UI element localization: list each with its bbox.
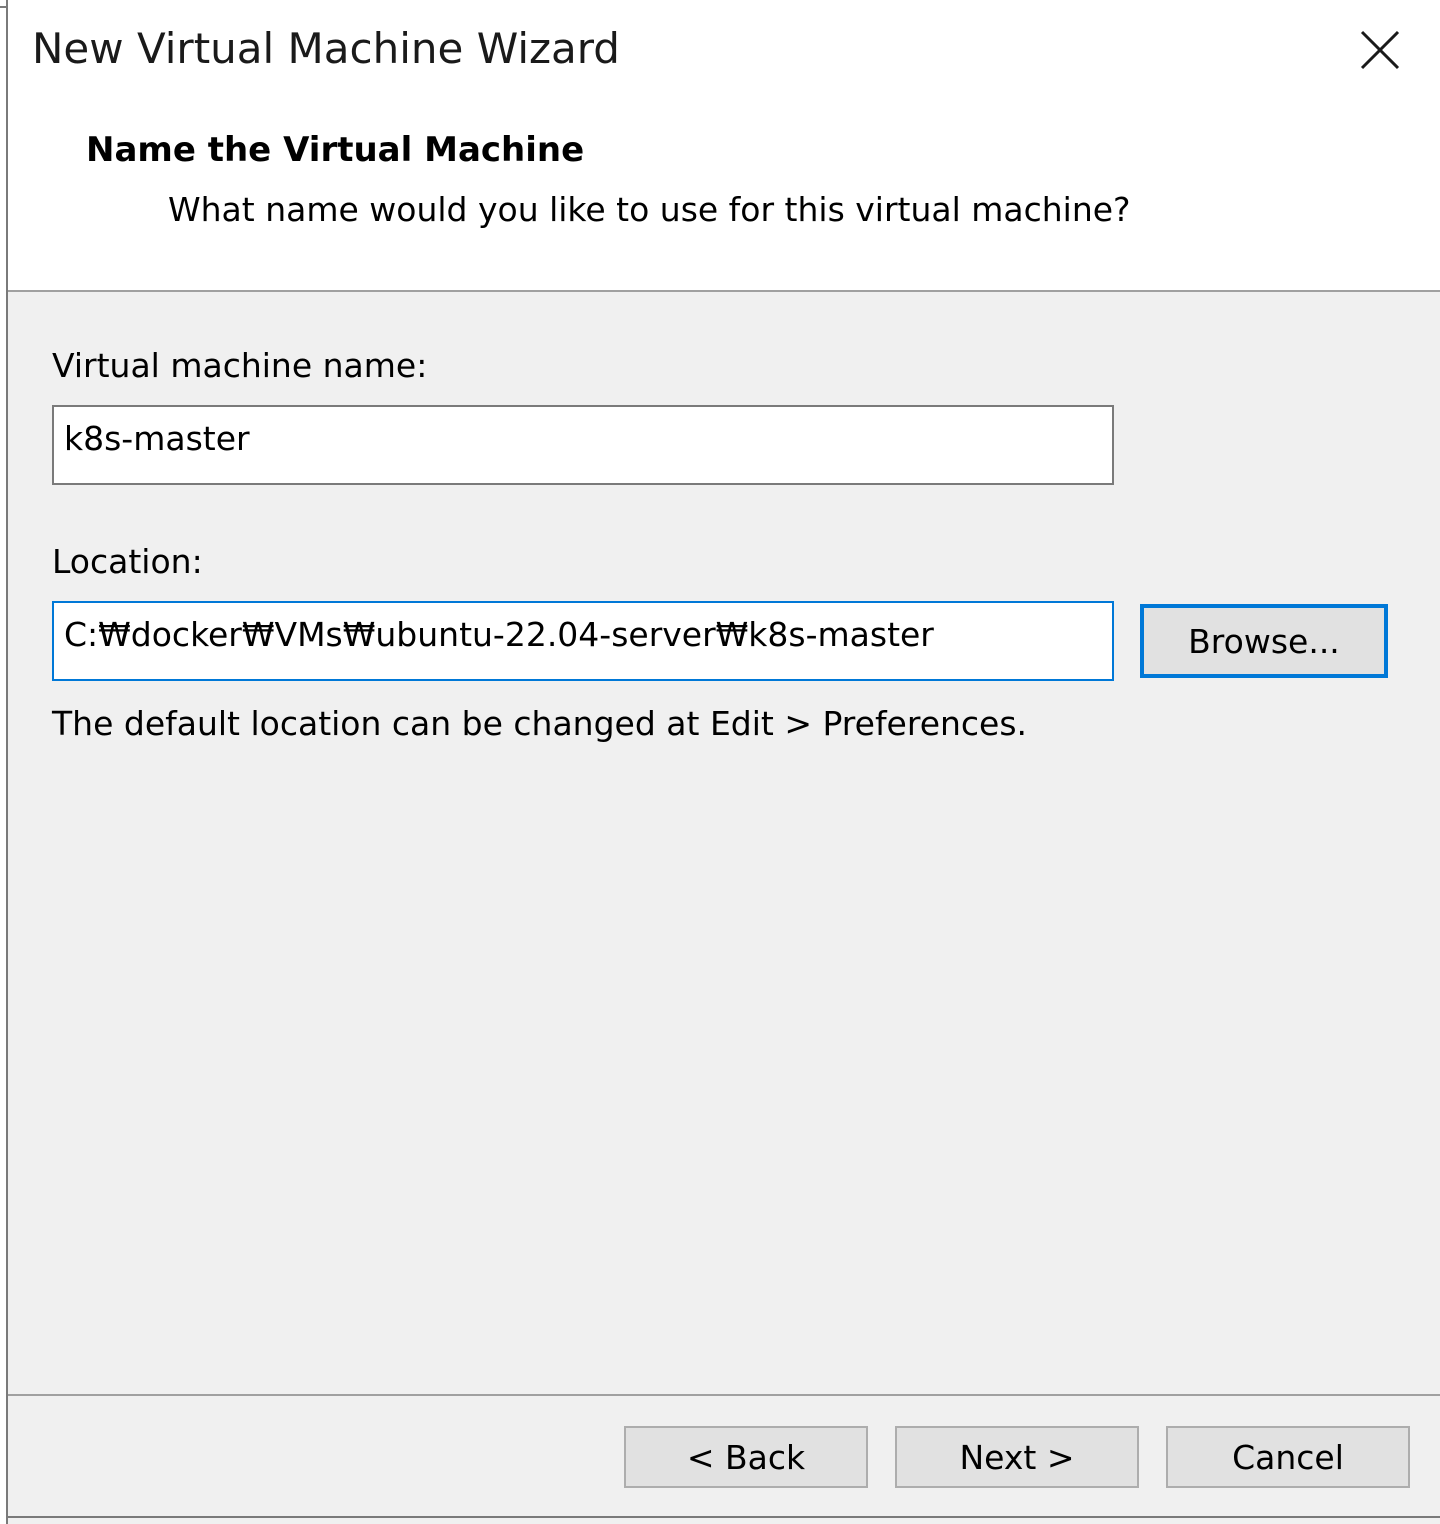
location-hint: The default location can be changed at E… — [52, 704, 1028, 743]
cancel-button[interactable]: Cancel — [1166, 1426, 1410, 1488]
wizard-footer: < Back Next > Cancel — [8, 1396, 1440, 1516]
title-bar: New Virtual Machine Wizard — [8, 0, 1440, 100]
next-button[interactable]: Next > — [895, 1426, 1139, 1488]
wizard-window: New Virtual Machine Wizard Name the Virt… — [0, 0, 1440, 1524]
location-label: Location: — [52, 542, 203, 581]
wizard-header: Name the Virtual Machine What name would… — [8, 100, 1440, 290]
vm-name-label: Virtual machine name: — [52, 346, 428, 385]
wizard-content: Virtual machine name: k8s-master Locatio… — [8, 292, 1440, 1394]
page-title: Name the Virtual Machine — [86, 130, 585, 170]
browse-button[interactable]: Browse... — [1140, 604, 1388, 678]
close-icon — [1360, 30, 1400, 70]
vm-name-input[interactable]: k8s-master — [52, 405, 1114, 485]
page-subtitle: What name would you like to use for this… — [168, 190, 1131, 229]
back-button[interactable]: < Back — [624, 1426, 868, 1488]
location-input[interactable]: C:₩docker₩VMs₩ubuntu-22.04-server₩k8s-ma… — [52, 601, 1114, 681]
close-button[interactable] — [1320, 0, 1440, 100]
window-title: New Virtual Machine Wizard — [32, 24, 620, 73]
window-bottom-border — [8, 1516, 1440, 1524]
